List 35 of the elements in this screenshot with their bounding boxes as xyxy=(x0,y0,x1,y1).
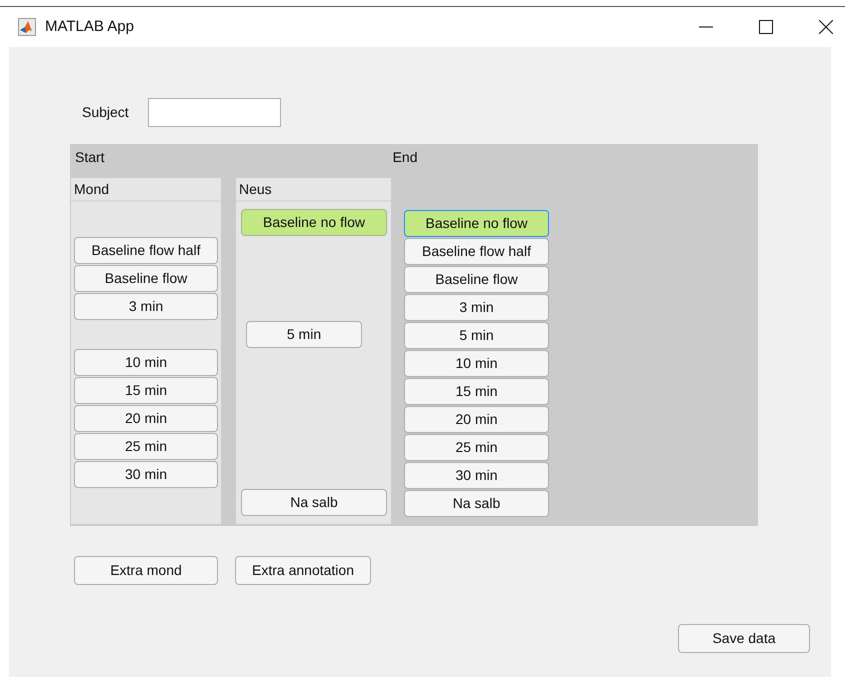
step-button[interactable]: Baseline flow half xyxy=(404,238,549,265)
step-button[interactable]: 20 min xyxy=(74,405,218,432)
step-button[interactable]: 10 min xyxy=(404,350,549,377)
step-button[interactable]: 30 min xyxy=(74,461,218,488)
step-button[interactable]: 15 min xyxy=(74,377,218,404)
step-button[interactable]: 30 min xyxy=(404,462,549,489)
step-button[interactable]: 5 min xyxy=(246,321,362,348)
close-icon[interactable] xyxy=(819,20,833,34)
subject-field[interactable] xyxy=(148,98,281,127)
app-logo-icon xyxy=(18,18,36,36)
step-button[interactable]: 3 min xyxy=(74,293,218,320)
step-button[interactable]: Baseline no flow xyxy=(241,209,387,236)
start-label: Start xyxy=(75,148,105,166)
step-button[interactable]: Na salb xyxy=(404,490,549,517)
step-button[interactable]: 15 min xyxy=(404,378,549,405)
step-button[interactable]: Baseline no flow xyxy=(404,210,549,237)
maximize-icon[interactable] xyxy=(759,20,773,34)
step-button[interactable]: 25 min xyxy=(404,434,549,461)
extra-button[interactable]: Extra mond xyxy=(74,556,218,585)
step-button[interactable]: 10 min xyxy=(74,349,218,376)
end-label: End xyxy=(392,148,418,166)
step-button[interactable]: 25 min xyxy=(74,433,218,460)
window-title: MATLAB App xyxy=(45,16,134,37)
save-button[interactable]: Save data xyxy=(678,624,810,653)
step-button[interactable]: 3 min xyxy=(404,294,549,321)
step-button[interactable]: Baseline flow xyxy=(74,265,218,292)
step-button[interactable]: 20 min xyxy=(404,406,549,433)
column-title: Mond xyxy=(74,180,110,198)
column-title: Neus xyxy=(239,180,272,198)
step-button[interactable]: Baseline flow half xyxy=(74,237,218,264)
step-button[interactable]: Baseline flow xyxy=(404,266,549,293)
step-button[interactable]: Na salb xyxy=(241,489,387,516)
subject-label: Subject xyxy=(82,103,129,122)
extra-button[interactable]: Extra annotation xyxy=(235,556,371,585)
step-button[interactable]: 5 min xyxy=(404,322,549,349)
